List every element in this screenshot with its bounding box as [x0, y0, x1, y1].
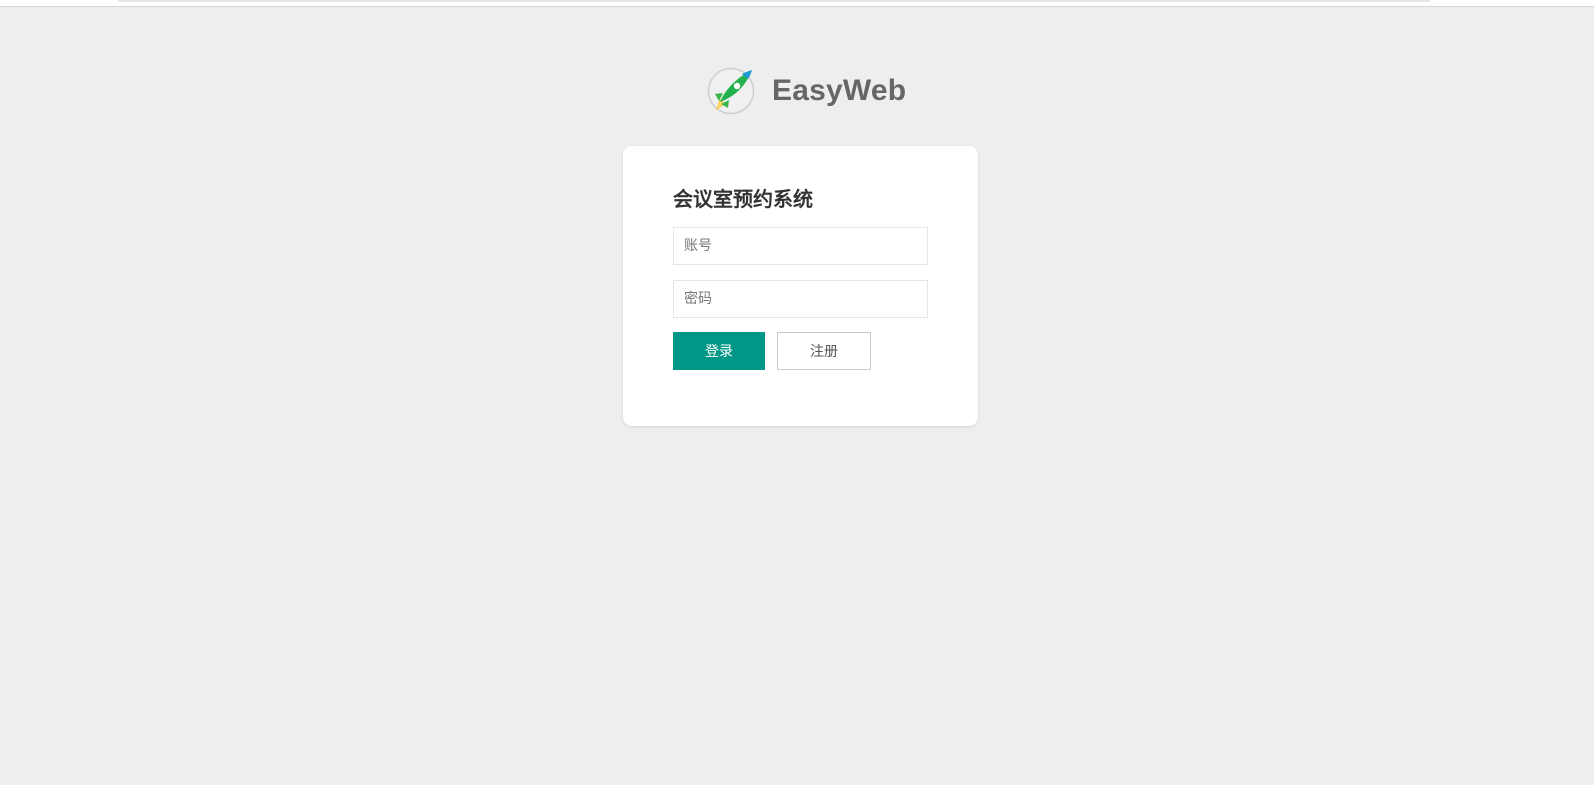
brand-header: EasyWeb: [706, 66, 906, 116]
login-card: 会议室预约系统 登录 注册: [623, 146, 978, 426]
register-button[interactable]: 注册: [777, 332, 871, 370]
login-button[interactable]: 登录: [673, 332, 765, 370]
account-input[interactable]: [673, 227, 928, 265]
brand-name: EasyWeb: [772, 74, 907, 107]
top-strip-line: [118, 0, 1430, 2]
login-title: 会议室预约系统: [673, 187, 813, 211]
password-input[interactable]: [673, 280, 928, 318]
rocket-icon: [706, 66, 756, 116]
browser-top-strip: [0, 0, 1594, 7]
